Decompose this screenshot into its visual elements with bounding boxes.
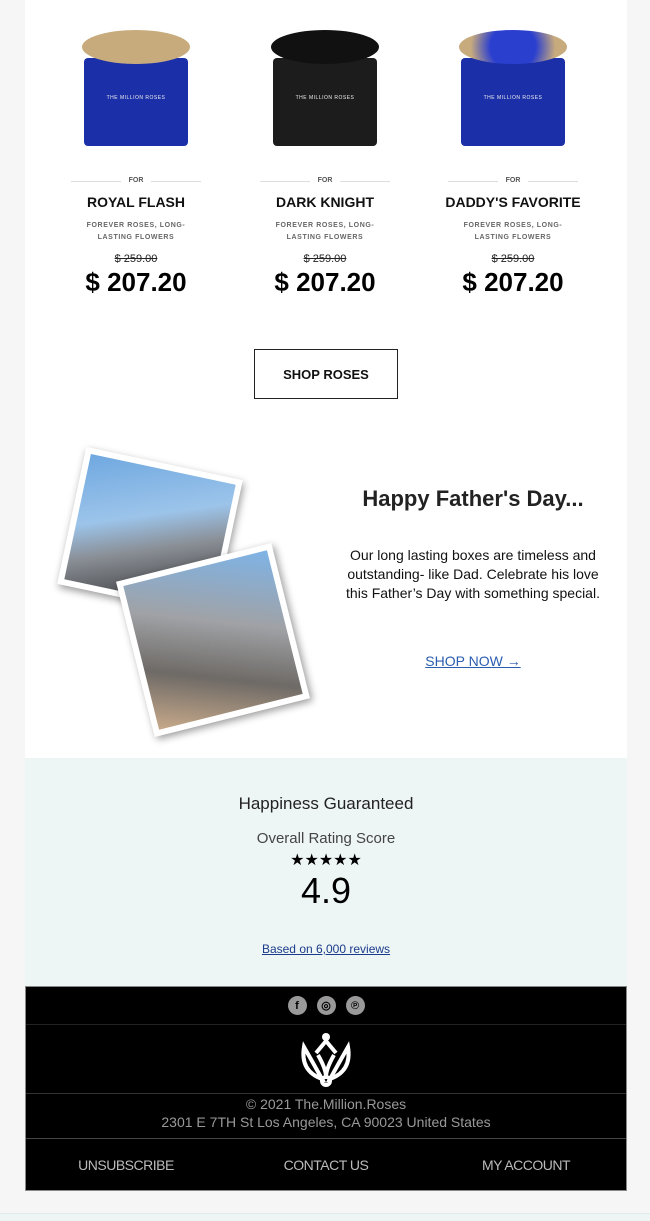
product-card[interactable]: THE MILLION ROSES FOR DARK KNIGHT FOREVE… [231,0,419,298]
rating-score: 4.9 [300,870,352,911]
product-name[interactable]: DARK KNIGHT [231,194,419,210]
product-description: FOREVER ROSES, LONG-LASTING FLOWERS [463,222,563,241]
sale-price: $ 207.20 [274,267,376,297]
copyright: © 2021 The.Million.Roses [245,1096,407,1112]
product-image[interactable]: THE MILLION ROSES [419,0,607,165]
original-price: $ 259.00 [303,253,347,265]
product-for-label: FOR [260,177,390,184]
product-card[interactable]: THE MILLION ROSES FOR ROYAL FLASH FOREVE… [42,0,230,298]
rating-section: Happiness Guaranteed Overall Rating Scor… [25,758,627,986]
bottom-strip [0,1213,650,1221]
star-rating: ★★★★★ [290,852,362,869]
brand-logo [26,1025,626,1094]
pinterest-icon[interactable]: ℗ [345,996,365,1015]
box-brand: THE MILLION ROSES [295,95,355,101]
product-for-label: FOR [71,177,201,184]
reviews-link[interactable]: Based on 6,000 reviews [262,942,390,956]
product-for-label: FOR [448,177,578,184]
product-description: FOREVER ROSES, LONG-LASTING FLOWERS [86,222,186,241]
box-brand: THE MILLION ROSES [483,95,543,101]
sale-price: $ 207.20 [462,267,564,297]
address: 2301 E 7TH St Los Angeles, CA 90023 Unit… [161,1114,491,1130]
rating-subtitle: Overall Rating Score [256,830,396,847]
product-card[interactable]: THE MILLION ROSES FOR DADDY'S FAVORITE F… [419,0,607,298]
contact-us-link[interactable]: CONTACT US [226,1157,426,1173]
product-name[interactable]: ROYAL FLASH [42,194,230,210]
rating-title: Happiness Guaranteed [238,794,414,813]
shop-roses-button[interactable]: SHOP ROSES [254,349,398,399]
fathers-day-text: Our long lasting boxes are timeless and … [346,547,600,601]
footer: f ◎ ℗ © 2021 The.Million.Roses 2301 E 7T… [25,986,627,1191]
original-price: $ 259.00 [491,253,535,265]
instagram-icon[interactable]: ◎ [316,996,336,1015]
my-account-link[interactable]: MY ACCOUNT [426,1157,626,1173]
original-price: $ 259.00 [114,253,158,265]
product-name[interactable]: DADDY'S FAVORITE [419,194,607,210]
product-description: FOREVER ROSES, LONG-LASTING FLOWERS [275,222,375,241]
facebook-icon[interactable]: f [287,996,307,1015]
product-image[interactable]: THE MILLION ROSES [231,0,419,165]
unsubscribe-link[interactable]: UNSUBSCRIBE [26,1157,226,1173]
fathers-day-title: Happy Father's Day... [362,486,584,511]
product-image[interactable]: THE MILLION ROSES [42,0,230,165]
email-body: THE MILLION ROSES FOR ROYAL FLASH FOREVE… [25,0,627,758]
box-brand: THE MILLION ROSES [106,95,166,101]
shop-now-link[interactable]: SHOP NOW → [425,653,520,669]
sale-price: $ 207.20 [85,267,187,297]
